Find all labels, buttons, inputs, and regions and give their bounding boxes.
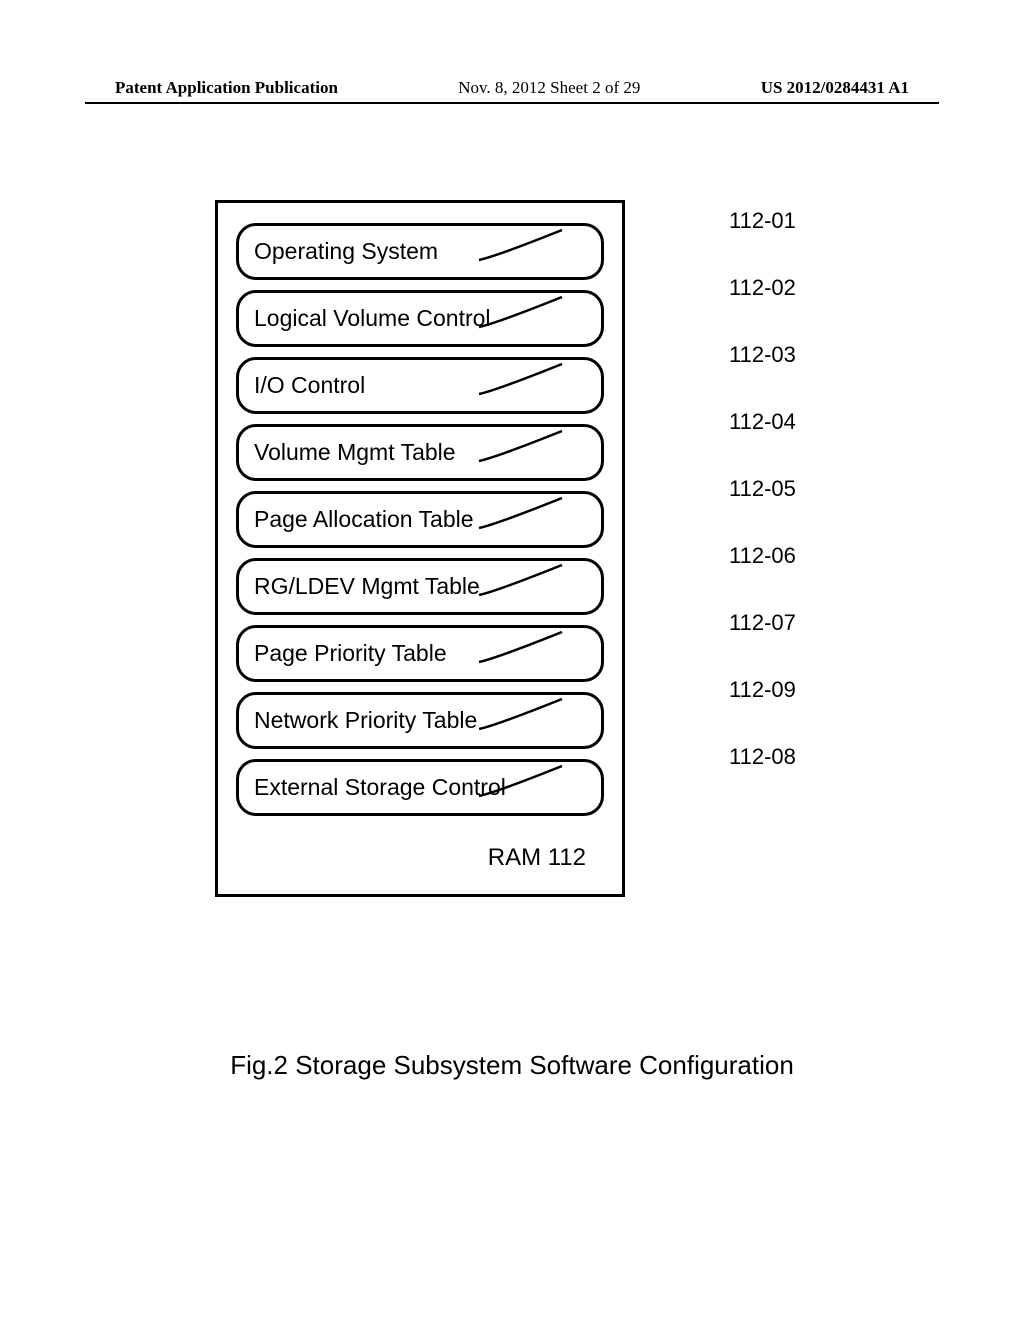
leader-line <box>477 504 617 534</box>
leader-line <box>477 638 617 668</box>
module-label: Logical Volume Control <box>254 305 491 331</box>
module-operating-system: Operating System 112-01 <box>236 223 604 280</box>
module-volume-mgmt-table: Volume Mgmt Table 112-04 <box>236 424 604 481</box>
reference-number: 112-09 <box>729 677 796 703</box>
leader-line <box>477 303 617 333</box>
module-label: Page Priority Table <box>254 640 447 666</box>
figure-caption: Fig.2 Storage Subsystem Software Configu… <box>0 1050 1024 1081</box>
header-date-sheet: Nov. 8, 2012 Sheet 2 of 29 <box>458 78 640 98</box>
page-header: Patent Application Publication Nov. 8, 2… <box>0 78 1024 98</box>
module-label: Volume Mgmt Table <box>254 439 456 465</box>
module-label: External Storage Control <box>254 774 506 800</box>
ram-label: RAM 112 <box>236 826 604 884</box>
leader-line <box>477 437 617 467</box>
module-page-priority-table: Page Priority Table 112-07 <box>236 625 604 682</box>
leader-line <box>477 236 617 266</box>
reference-number: 112-05 <box>729 476 796 502</box>
header-publication: Patent Application Publication <box>115 78 338 98</box>
reference-number: 112-08 <box>729 744 796 770</box>
module-external-storage-control: External Storage Control 112-08 <box>236 759 604 816</box>
reference-number: 112-01 <box>729 208 796 234</box>
reference-number: 112-07 <box>729 610 796 636</box>
module-network-priority-table: Network Priority Table 112-09 <box>236 692 604 749</box>
module-label: Page Allocation Table <box>254 506 474 532</box>
module-label: Network Priority Table <box>254 707 477 733</box>
leader-line <box>477 571 617 601</box>
leader-line <box>477 705 617 735</box>
reference-number: 112-02 <box>729 275 796 301</box>
module-page-allocation-table: Page Allocation Table 112-05 <box>236 491 604 548</box>
reference-number: 112-06 <box>729 543 796 569</box>
module-label: Operating System <box>254 238 438 264</box>
reference-number: 112-03 <box>729 342 796 368</box>
ram-box: Operating System 112-01 Logical Volume C… <box>215 200 625 897</box>
module-label: I/O Control <box>254 372 365 398</box>
module-rg-ldev-mgmt-table: RG/LDEV Mgmt Table 112-06 <box>236 558 604 615</box>
module-logical-volume-control: Logical Volume Control 112-02 <box>236 290 604 347</box>
leader-line <box>477 370 617 400</box>
reference-number: 112-04 <box>729 409 796 435</box>
module-io-control: I/O Control 112-03 <box>236 357 604 414</box>
header-patent-number: US 2012/0284431 A1 <box>761 78 909 98</box>
module-label: RG/LDEV Mgmt Table <box>254 573 480 599</box>
header-rule <box>85 102 939 104</box>
